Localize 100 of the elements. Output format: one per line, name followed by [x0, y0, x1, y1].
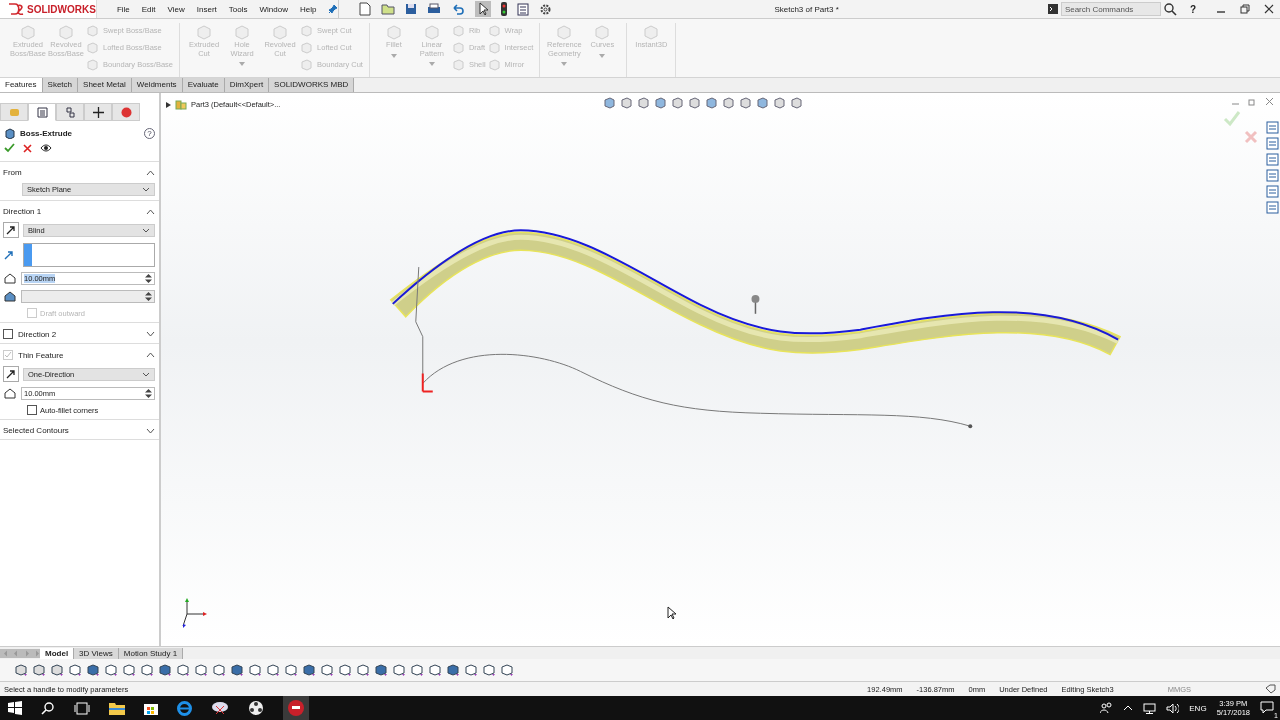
toolbar-icon[interactable] [482, 663, 496, 677]
selection-box[interactable] [23, 243, 155, 267]
toolbar-icon[interactable] [104, 663, 118, 677]
view-tool-icon[interactable] [688, 96, 701, 109]
caret-up-icon[interactable] [1123, 705, 1134, 711]
toolbar-icon[interactable] [32, 663, 46, 677]
cancel-x-icon[interactable] [23, 143, 32, 153]
menu-item[interactable]: View [167, 4, 185, 14]
menu-item[interactable]: File [116, 4, 130, 14]
task-pane-icon[interactable] [1266, 201, 1279, 214]
toolbar-icon[interactable] [374, 663, 388, 677]
toolbar-icon[interactable] [392, 663, 406, 677]
model-tab[interactable]: 3D Views [74, 647, 119, 659]
command-icon[interactable] [1047, 4, 1058, 14]
toolbar-icon[interactable] [356, 663, 370, 677]
view-tool-icon[interactable] [620, 96, 633, 109]
view-tool-icon[interactable] [790, 96, 803, 109]
toolbar-icon[interactable] [122, 663, 136, 677]
toolbar-icon[interactable] [14, 663, 28, 677]
tag-icon[interactable] [1265, 684, 1276, 694]
windows-start-icon[interactable] [8, 701, 22, 715]
command-tab[interactable]: Evaluate [182, 78, 225, 92]
toolbar-icon[interactable] [140, 663, 154, 677]
toolbar-icon[interactable] [338, 663, 352, 677]
view-tool-icon[interactable] [773, 96, 786, 109]
command-tab[interactable]: SOLIDWORKS MBD [269, 78, 355, 92]
language-indicator[interactable]: ENG [1189, 703, 1207, 713]
command-tab[interactable]: DimXpert [224, 78, 270, 92]
toolbar-icon[interactable] [50, 663, 64, 677]
notification-icon[interactable] [1260, 700, 1274, 714]
task-pane-icon[interactable] [1266, 137, 1279, 150]
network-icon[interactable] [1143, 702, 1157, 714]
search-icon[interactable] [41, 701, 55, 715]
toolbar-icon[interactable] [320, 663, 334, 677]
task-view-icon[interactable] [74, 701, 90, 715]
command-tab[interactable]: Features [0, 78, 43, 92]
view-tool-icon[interactable] [654, 96, 667, 109]
toolbar-icon[interactable] [410, 663, 424, 677]
spin-arrows-icon[interactable] [145, 274, 152, 283]
menu-item[interactable]: Edit [141, 4, 156, 14]
file-properties-icon[interactable] [517, 2, 530, 16]
view-tool-icon[interactable] [705, 96, 718, 109]
toolbar-icon[interactable] [446, 663, 460, 677]
model-tab[interactable]: Model [40, 647, 75, 659]
toolbar-icon[interactable] [176, 663, 190, 677]
ok-check-icon[interactable] [4, 143, 15, 153]
toolbar-icon[interactable] [248, 663, 262, 677]
panel-tab[interactable] [84, 103, 112, 121]
close-icon[interactable] [1264, 4, 1274, 14]
toolbar-icon[interactable] [464, 663, 478, 677]
toolbar-icon[interactable] [284, 663, 298, 677]
toolbar-icon[interactable] [428, 663, 442, 677]
menu-item[interactable]: Help [299, 4, 317, 14]
view-tool-icon[interactable] [637, 96, 650, 109]
app-logo[interactable]: SOLIDWORKS [0, 0, 97, 18]
folder-icon[interactable] [109, 701, 125, 715]
preview-eye-icon[interactable] [40, 144, 52, 152]
view-tool-icon[interactable] [739, 96, 752, 109]
open-folder-icon[interactable] [381, 3, 396, 15]
search-icon[interactable] [1163, 2, 1177, 16]
task-pane-icon[interactable] [1266, 121, 1279, 134]
toolbar-icon[interactable] [194, 663, 208, 677]
view-tool-icon[interactable] [603, 96, 616, 109]
restore-icon[interactable] [1240, 4, 1250, 14]
toolbar-icon[interactable] [68, 663, 82, 677]
store-bag-icon[interactable] [144, 701, 158, 715]
volume-icon[interactable] [1166, 702, 1180, 714]
section-title[interactable]: From [3, 168, 141, 177]
handle-icon[interactable] [751, 294, 760, 315]
chevron-icon[interactable] [146, 169, 155, 176]
browser-e-icon[interactable] [177, 700, 192, 716]
toolbar-icon[interactable] [212, 663, 226, 677]
task-pane-icon[interactable] [1266, 169, 1279, 182]
chevron-icon[interactable] [146, 331, 155, 337]
pin-icon[interactable] [328, 4, 339, 14]
section-title[interactable]: Direction 1 [3, 207, 141, 216]
toolbar-icon[interactable] [86, 663, 100, 677]
menu-item[interactable]: Window [259, 4, 288, 14]
chevron-icon[interactable] [146, 427, 155, 434]
menu-item[interactable]: Tools [228, 4, 248, 14]
command-tab[interactable]: Weldments [131, 78, 183, 92]
search-field[interactable]: Search Commands [1060, 2, 1161, 16]
task-pane-icon[interactable] [1266, 185, 1279, 198]
expand-arrow-icon[interactable] [166, 101, 171, 108]
checkbox[interactable] [3, 329, 13, 339]
command-tab[interactable]: Sketch [42, 78, 79, 92]
snipping-tool-icon[interactable] [211, 701, 229, 715]
toolbar-icon[interactable] [302, 663, 316, 677]
undo-icon[interactable] [451, 3, 466, 15]
menu-item[interactable]: Insert [196, 4, 217, 14]
model-tab[interactable]: Motion Study 1 [118, 647, 184, 659]
film-reel-icon[interactable] [248, 700, 264, 716]
settings-icon[interactable] [539, 2, 553, 16]
select-cursor-icon[interactable] [475, 1, 492, 17]
new-file-icon[interactable] [359, 2, 372, 16]
toolbar-icon[interactable] [230, 663, 244, 677]
task-pane-icon[interactable] [1266, 153, 1279, 166]
command-tab[interactable]: Sheet Metal [78, 78, 132, 92]
section-title[interactable]: Direction 2 [18, 329, 141, 339]
chevron-icon[interactable] [146, 208, 155, 215]
